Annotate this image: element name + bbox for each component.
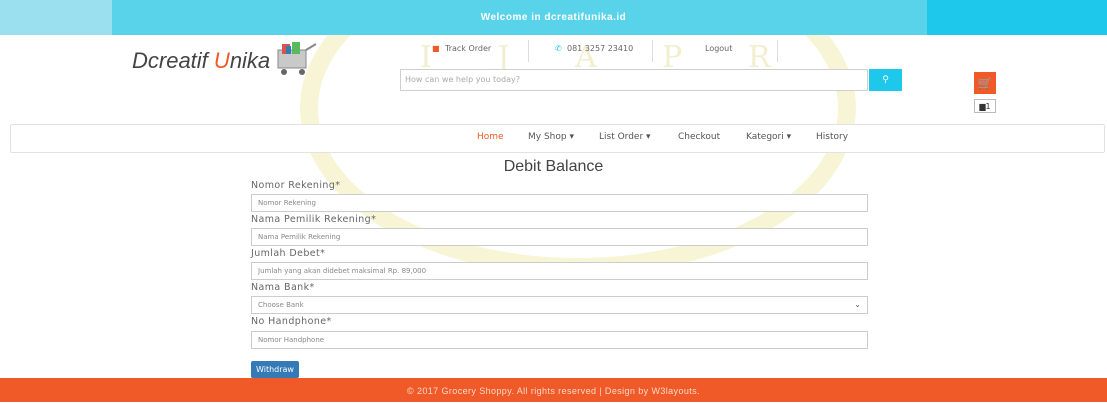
nama-bank-selected: Choose Bank: [258, 301, 304, 309]
welcome-text: Welcome in dcreatifunika.id: [480, 12, 627, 23]
nav-item-history[interactable]: History: [816, 132, 848, 142]
withdraw-button[interactable]: Withdraw: [251, 361, 299, 378]
divider: [652, 40, 653, 62]
logo[interactable]: Dcreatif Unika: [132, 48, 270, 74]
jumlah-debet-input[interactable]: Jumlah yang akan didebet maksimal Rp. 89…: [251, 262, 868, 280]
nav-item-checkout[interactable]: Checkout: [678, 132, 720, 142]
nav-item-home[interactable]: Home: [477, 132, 504, 142]
field-label-jumlah-debet: Jumlah Debet*: [251, 248, 326, 259]
search-input[interactable]: How can we help you today?: [400, 69, 868, 91]
logout-link[interactable]: Logout: [705, 44, 732, 53]
field-label-nama-pemilik: Nama Pemilik Rekening*: [251, 214, 377, 225]
nav-item-list-order[interactable]: List Order ▾: [599, 132, 651, 142]
divider: [528, 40, 529, 62]
nama-bank-select[interactable]: Choose Bank ⌄: [251, 296, 868, 314]
phone-icon: ✆: [555, 44, 562, 53]
cart-icon: 🛒: [977, 76, 993, 90]
nav-item-kategori[interactable]: Kategori ▾: [746, 132, 791, 142]
nav-item-my-shop[interactable]: My Shop ▾: [528, 132, 574, 142]
cart-button[interactable]: 🛒: [974, 72, 996, 94]
field-label-no-handphone: No Handphone*: [251, 316, 332, 327]
cart-logo-icon: [277, 42, 317, 75]
search-button[interactable]: ⚲: [869, 69, 902, 91]
track-order-icon: ■: [432, 44, 440, 53]
phone-number: 081 3257 23410: [567, 44, 634, 53]
nomor-rekening-input[interactable]: Nomor Rekening: [251, 194, 868, 212]
no-handphone-input[interactable]: Nomor Handphone: [251, 331, 868, 349]
search-icon: ⚲: [882, 75, 889, 85]
cart-count-badge: ▆1: [974, 99, 996, 113]
divider: [777, 40, 778, 62]
chevron-down-icon: ⌄: [854, 300, 861, 309]
track-order-link[interactable]: Track Order: [445, 44, 491, 53]
page-title: Debit Balance: [503, 158, 604, 175]
field-label-nama-bank: Nama Bank*: [251, 282, 315, 293]
footer: © 2017 Grocery Shoppy. All rights reserv…: [0, 378, 1107, 402]
field-label-nomor-rekening: Nomor Rekening*: [251, 180, 341, 191]
nama-pemilik-input[interactable]: Nama Pemilik Rekening: [251, 228, 868, 246]
